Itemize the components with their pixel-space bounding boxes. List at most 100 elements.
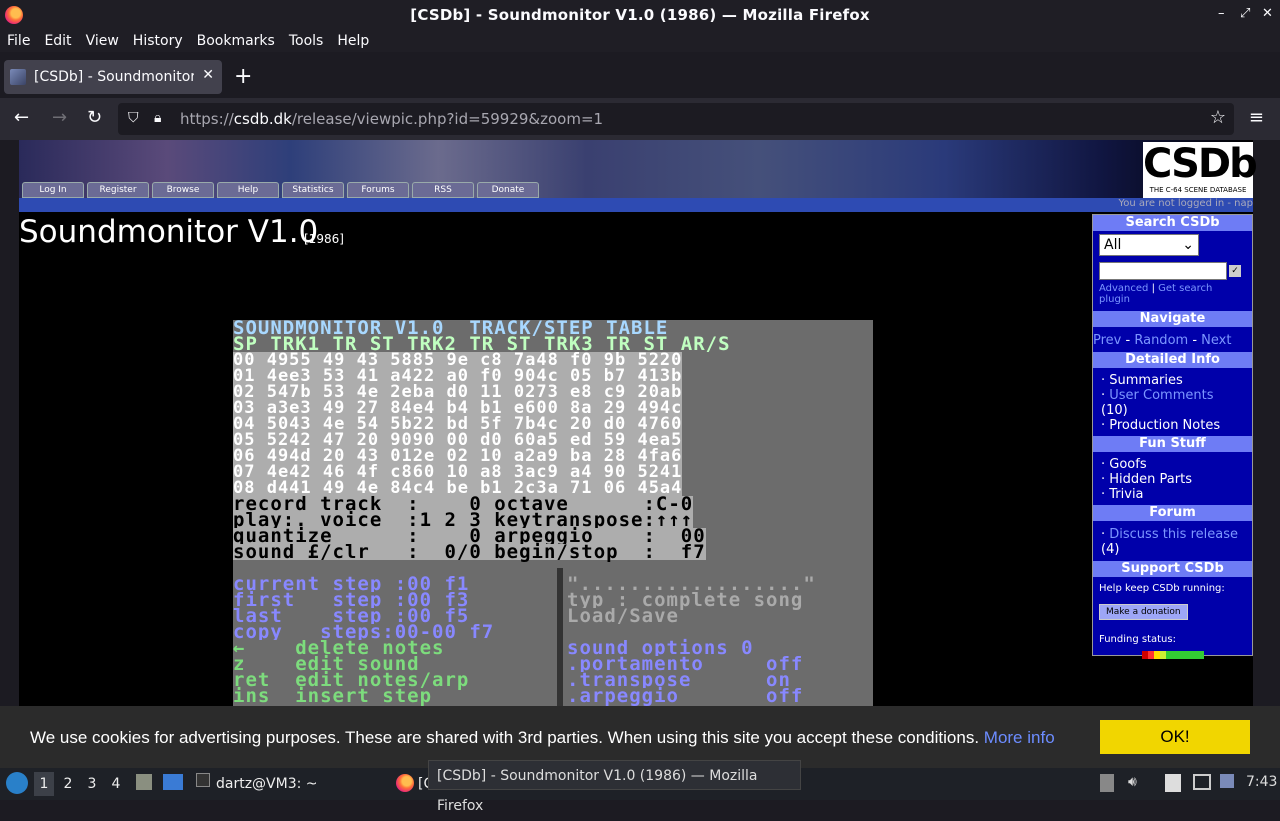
nav-statistics[interactable]: Statistics bbox=[282, 182, 344, 198]
summaries-link[interactable]: Summaries bbox=[1109, 373, 1183, 388]
cookie-ok-button[interactable]: OK! bbox=[1100, 720, 1250, 754]
sidebar: Search CSDb All ⌄ ✓ Advanced | Get search… bbox=[1092, 214, 1253, 659]
bookmark-star-icon[interactable]: ☆ bbox=[1210, 107, 1226, 128]
prev-link[interactable]: Prev bbox=[1093, 333, 1121, 348]
hamburger-menu-icon[interactable]: ≡ bbox=[1249, 107, 1264, 128]
cookie-text: We use cookies for advertising purposes.… bbox=[30, 728, 980, 747]
logo-text: CSDb bbox=[1143, 141, 1258, 187]
c64-left-line: ins insert step bbox=[233, 685, 433, 706]
navigate-heading: Navigate bbox=[1093, 311, 1252, 327]
nav-browse[interactable]: Browse bbox=[152, 182, 214, 198]
menu-view[interactable]: View bbox=[79, 33, 126, 49]
firefox-task-icon bbox=[396, 774, 414, 792]
volume-icon[interactable]: 🔊︎ bbox=[1128, 774, 1137, 790]
navigation-bar: ← → ↻ ⛉ 🔒︎ https://csdb.dk/release/viewp… bbox=[0, 98, 1280, 140]
discuss-count: (4) bbox=[1101, 542, 1120, 557]
nav-login[interactable]: Log In bbox=[22, 182, 84, 198]
release-year: [1986] bbox=[304, 232, 344, 246]
nav-rss[interactable]: RSS bbox=[412, 182, 474, 198]
support-heading: Support CSDb bbox=[1093, 561, 1252, 577]
nav-help[interactable]: Help bbox=[217, 182, 279, 198]
new-tab-button[interactable]: + bbox=[234, 64, 252, 89]
close-window-button[interactable]: ✕ bbox=[1262, 6, 1273, 21]
reload-icon[interactable]: ↻ bbox=[87, 107, 102, 128]
tab-strip: [CSDb] - Soundmonitor V ✕ + bbox=[0, 56, 1280, 98]
nav-register[interactable]: Register bbox=[87, 182, 149, 198]
menu-help[interactable]: Help bbox=[330, 33, 376, 49]
url-bar[interactable]: ⛉ 🔒︎ https://csdb.dk/release/viewpic.php… bbox=[118, 103, 1234, 135]
search-go-button[interactable]: ✓ bbox=[1229, 265, 1241, 277]
network-icon[interactable] bbox=[1193, 774, 1211, 790]
taskbar-tooltip: [CSDb] - Soundmonitor V1.0 (1986) — Mozi… bbox=[428, 760, 801, 814]
login-status: You are not logged in - nap bbox=[1118, 198, 1254, 209]
goofs-link[interactable]: Goofs bbox=[1109, 457, 1146, 472]
more-info-link[interactable]: More info bbox=[984, 728, 1055, 747]
menu-bar: File Edit View History Bookmarks Tools H… bbox=[0, 30, 1280, 52]
discuss-release-link[interactable]: Discuss this release bbox=[1109, 527, 1238, 542]
make-donation-button[interactable]: Make a donation bbox=[1099, 604, 1188, 620]
page-viewport: CSDb THE C-64 SCENE DATABASE Log In Regi… bbox=[0, 140, 1280, 706]
nav-donate[interactable]: Donate bbox=[477, 182, 539, 198]
trivia-link[interactable]: Trivia bbox=[1109, 487, 1143, 502]
forum-heading: Forum bbox=[1093, 505, 1252, 521]
menu-tools[interactable]: Tools bbox=[282, 33, 331, 49]
forward-arrow-icon[interactable]: → bbox=[52, 107, 67, 128]
lock-icon[interactable]: 🔒︎ bbox=[154, 110, 161, 126]
firefox-logo-icon bbox=[5, 6, 23, 24]
notes-icon[interactable] bbox=[1165, 774, 1181, 792]
random-link[interactable]: Random bbox=[1134, 333, 1188, 348]
maximize-button[interactable]: ⤢ bbox=[1240, 6, 1250, 21]
menu-edit[interactable]: Edit bbox=[37, 33, 78, 49]
desktop-icon[interactable] bbox=[163, 774, 183, 790]
funding-label: Funding status: bbox=[1099, 634, 1176, 645]
workspace-2[interactable]: 2 bbox=[58, 772, 78, 796]
search-heading: Search CSDb bbox=[1093, 215, 1252, 231]
back-arrow-icon[interactable]: ← bbox=[14, 107, 29, 128]
window-title: [CSDb] - Soundmonitor V1.0 (1986) — Mozi… bbox=[410, 6, 870, 24]
release-screenshot: SOUNDMONITOR V1.0 TRACK/STEP TABLE SP TR… bbox=[233, 320, 873, 706]
nav-forums[interactable]: Forums bbox=[347, 182, 409, 198]
production-notes-link[interactable]: Production Notes bbox=[1109, 418, 1220, 433]
terminal-icon bbox=[196, 773, 210, 787]
close-tab-icon[interactable]: ✕ bbox=[202, 67, 214, 83]
dash: - bbox=[1125, 333, 1131, 348]
workspace-4[interactable]: 4 bbox=[106, 772, 126, 796]
dash: - bbox=[1192, 333, 1198, 348]
minimize-button[interactable]: – bbox=[1218, 6, 1225, 21]
csdb-logo[interactable]: CSDb THE C-64 SCENE DATABASE bbox=[1143, 141, 1258, 198]
url-text[interactable]: https://csdb.dk/release/viewpic.php?id=5… bbox=[180, 110, 603, 128]
menu-history[interactable]: History bbox=[126, 33, 190, 49]
site-nav-tabs: Log In Register Browse Help Statistics F… bbox=[19, 182, 539, 198]
workspace-1[interactable]: 1 bbox=[34, 772, 54, 796]
terminal-task[interactable]: dartz@VM3: ~ bbox=[216, 776, 318, 792]
file-manager-icon[interactable] bbox=[136, 774, 152, 790]
csdb-favicon-icon bbox=[10, 69, 26, 85]
cookie-banner: We use cookies for advertising purposes.… bbox=[0, 706, 1280, 768]
user-comments-link[interactable]: User Comments bbox=[1109, 388, 1213, 403]
fun-stuff-heading: Fun Stuff bbox=[1093, 436, 1252, 452]
browser-tab[interactable]: [CSDb] - Soundmonitor V ✕ bbox=[4, 60, 222, 94]
search-category-select[interactable]: All ⌄ bbox=[1099, 234, 1199, 256]
c64-control: sound £/clr : 0/0 begin/stop : f7 bbox=[233, 541, 706, 563]
comments-count: (10) bbox=[1101, 403, 1128, 418]
cookie-message: We use cookies for advertising purposes.… bbox=[30, 728, 1055, 748]
tab-title: [CSDb] - Soundmonitor V bbox=[34, 69, 194, 85]
csdb-site: CSDb THE C-64 SCENE DATABASE Log In Regi… bbox=[19, 140, 1258, 706]
advanced-search-link[interactable]: Advanced bbox=[1099, 283, 1148, 294]
start-menu-icon[interactable] bbox=[6, 772, 28, 794]
workspace-3[interactable]: 3 bbox=[82, 772, 102, 796]
menu-file[interactable]: File bbox=[0, 33, 37, 49]
funding-segment bbox=[1197, 651, 1204, 659]
hidden-parts-link[interactable]: Hidden Parts bbox=[1109, 472, 1192, 487]
detailed-info-heading: Detailed Info bbox=[1093, 352, 1252, 368]
clipboard-icon[interactable] bbox=[1100, 774, 1114, 792]
c64-right-line: .arpeggio off bbox=[567, 685, 804, 706]
title-bar: [CSDb] - Soundmonitor V1.0 (1986) — Mozi… bbox=[0, 0, 1280, 30]
header-bar bbox=[19, 198, 1253, 212]
menu-bookmarks[interactable]: Bookmarks bbox=[190, 33, 282, 49]
update-icon[interactable] bbox=[1220, 774, 1234, 788]
logo-subtitle: THE C-64 SCENE DATABASE bbox=[1149, 186, 1247, 194]
search-input[interactable] bbox=[1099, 262, 1227, 280]
tracking-shield-icon[interactable]: ⛉ bbox=[128, 110, 139, 126]
next-link[interactable]: Next bbox=[1201, 333, 1231, 348]
